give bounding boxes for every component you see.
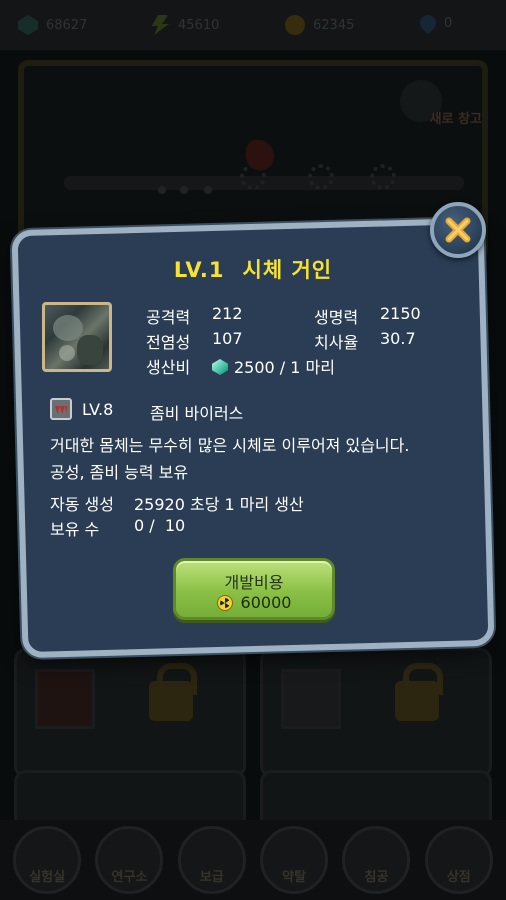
virus-icon [50,398,72,420]
fatality-label: 치사율 [314,333,359,352]
infect-value: 107 [212,329,243,348]
owned-label: 보유 수 [50,520,100,539]
requirement-level: LV.8 [82,400,114,419]
close-icon [445,217,471,243]
develop-button[interactable]: 개발비용 60000 [173,558,335,620]
develop-cost-value: 60000 [240,593,292,612]
unit-level: LV.1 [173,258,225,282]
hp-label: 생명력 [314,308,359,327]
auto-gen-value: 25920 초당 1 마리 생산 [134,495,304,514]
unit-portrait [42,302,112,372]
description-line-2: 공성, 좀비 능력 보유 [50,463,189,482]
cost-label: 생산비 [146,358,191,377]
auto-gen-label: 자동 생성 [50,495,114,514]
fatality-value: 30.7 [380,329,416,348]
attack-label: 공격력 [146,308,191,327]
attack-value: 212 [212,304,243,323]
develop-cost: 60000 [176,593,332,612]
gem-icon [212,359,228,375]
requirement-name: 좀비 바이러스 [150,404,244,423]
radiation-icon [216,594,233,611]
infect-label: 전염성 [146,333,191,352]
description-line-1: 거대한 몸체는 무수히 많은 시체로 이루어져 있습니다. [50,436,410,455]
unit-title: LV.1 시체 거인 [0,254,506,284]
develop-button-label: 개발비용 [224,573,284,592]
cost-value: 2500 / 1 마리 [234,358,335,377]
hp-value: 2150 [380,304,421,323]
owned-value: 0 / 10 [134,516,186,535]
close-button[interactable] [430,202,486,258]
cost-value-row: 2500 / 1 마리 [212,354,335,378]
unit-name: 시체 거인 [242,258,333,282]
